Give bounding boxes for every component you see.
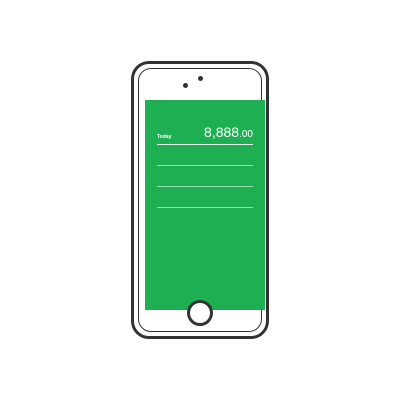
empty-row — [157, 145, 253, 166]
sensor-dot-icon — [197, 76, 203, 81]
phone-screen: Today 8,888.00 — [145, 100, 265, 310]
amount-value: 8,888.00 — [204, 125, 253, 142]
amount-cents: .00 — [239, 129, 253, 140]
today-label: Today — [157, 134, 172, 140]
empty-row — [157, 187, 253, 208]
illustration-stage: Today 8,888.00 — [0, 0, 400, 400]
camera-icon — [183, 83, 188, 88]
phone-inner-bezel: Today 8,888.00 — [138, 68, 265, 332]
home-button-icon[interactable] — [187, 300, 213, 326]
amount-row: Today 8,888.00 — [157, 124, 253, 145]
phone-illustration: Today 8,888.00 — [131, 61, 269, 339]
amount-main: 8,888 — [204, 124, 240, 140]
empty-row — [157, 166, 253, 187]
